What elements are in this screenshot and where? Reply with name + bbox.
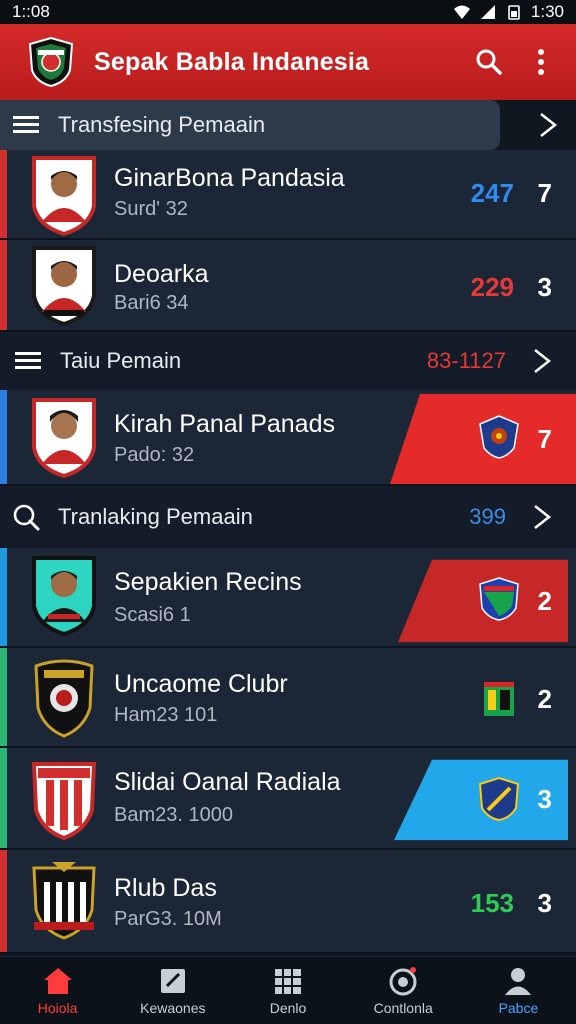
nav-label: Denlo: [269, 999, 307, 1016]
chevron-right-icon[interactable]: [520, 341, 564, 381]
club-name: Rlub Das: [114, 874, 217, 902]
club-crest: [31, 762, 97, 840]
more-options-button[interactable]: [522, 43, 560, 81]
section-label: Taiu Pemain: [60, 348, 182, 373]
club-rank: 2: [537, 684, 552, 714]
player-avatar: [32, 246, 96, 326]
player-avatar: [32, 398, 96, 478]
player-detail: Scasi6 1: [114, 604, 191, 626]
player-name: Sepakien Recins: [114, 568, 302, 596]
player-detail: Surd' 32: [114, 198, 188, 220]
section-count: 399: [469, 504, 506, 529]
list-item[interactable]: Uncaome Clubr Ham23 101 2: [0, 648, 576, 748]
list-item[interactable]: GinarBona Pandasia Surd' 32 247 7: [0, 150, 576, 240]
status-clock: 1:30: [530, 2, 564, 21]
list-item[interactable]: Slidai Oanal Radiala Bam23. 1000 3: [0, 748, 576, 850]
nav-label: Kewaones: [140, 999, 206, 1016]
list-item[interactable]: Kirah Panal Panads Pado: 32 7: [0, 390, 576, 486]
player-name: GinarBona Pandasia: [114, 164, 345, 192]
battery-icon: [508, 5, 520, 20]
user-icon: [505, 967, 532, 995]
row-accent: [0, 748, 7, 848]
search-icon: [476, 49, 502, 75]
row-accent: [0, 850, 7, 952]
nav-profile[interactable]: Pabce: [461, 957, 576, 1024]
signal-icon: [480, 5, 495, 19]
nav-label: Pabce: [498, 999, 539, 1016]
player-score: 247: [470, 178, 514, 208]
club-crest: [32, 862, 96, 940]
player-detail: Pado: 32: [114, 444, 195, 466]
list-item[interactable]: Rlub Das ParG3. 10M 153 3: [0, 850, 576, 954]
club-score: 153: [470, 888, 514, 918]
app-title: Sepak Babla Indanesia: [94, 47, 370, 76]
player-name: Deoarka: [114, 260, 209, 288]
target-icon: [389, 966, 417, 995]
wifi-icon: [453, 5, 470, 19]
club-detail: Ham23 101: [114, 704, 218, 726]
club-crest: [34, 659, 94, 738]
section-header-transfers[interactable]: Transfesing Pemaain: [0, 100, 576, 150]
chevron-right-icon[interactable]: [520, 497, 564, 537]
section-header-players[interactable]: Taiu Pemain 83-1127: [0, 332, 576, 390]
bottom-navigation: Hoiola Kewaones Denlo Contlonla Pabce: [0, 956, 576, 1024]
row-accent: [0, 240, 7, 330]
section-label: Tranlaking Pemaain: [58, 504, 253, 529]
club-rank: 3: [537, 888, 552, 918]
home-icon: [43, 967, 72, 994]
player-rank: 7: [537, 178, 552, 208]
section-label: Transfesing Pemaain: [58, 112, 266, 137]
row-accent: [0, 648, 7, 746]
section-count: 83-1127: [426, 348, 506, 373]
status-bar: 1::08 1:30: [0, 0, 576, 24]
search-button[interactable]: [470, 43, 508, 81]
chevron-right-icon[interactable]: [526, 105, 570, 145]
nav-label: Hoiola: [37, 999, 78, 1016]
nav-grid[interactable]: Denlo: [230, 957, 345, 1024]
status-time: 1::08: [12, 2, 50, 21]
status-icons: 1:30: [453, 2, 564, 22]
more-vert-icon: [538, 49, 544, 75]
nav-news[interactable]: Kewaones: [115, 957, 230, 1024]
row-accent: [0, 150, 7, 238]
grid-icon: [275, 968, 301, 994]
player-avatar: [32, 156, 96, 236]
player-avatar: [32, 556, 96, 636]
club-name: Uncaome Clubr: [114, 670, 288, 698]
player-detail: Bari6 34: [114, 292, 189, 314]
club-name: Slidai Oanal Radiala: [114, 768, 341, 796]
player-rank: 7: [537, 424, 552, 454]
app-bar: Sepak Babla Indanesia: [0, 24, 576, 100]
team-crest-icon: [479, 577, 519, 621]
federation-logo: [28, 36, 74, 88]
club-detail: Bam23. 1000: [114, 804, 233, 826]
nav-home[interactable]: Hoiola: [0, 957, 115, 1024]
player-rank: 3: [537, 272, 552, 302]
club-rank: 3: [537, 784, 552, 814]
team-crest-icon: [478, 776, 520, 822]
list-item[interactable]: Deoarka Bari6 34 229 3: [0, 240, 576, 332]
nav-label: Contlonla: [373, 999, 433, 1016]
team-crest-icon: [484, 682, 514, 716]
row-accent: [0, 548, 7, 646]
list-item[interactable]: Sepakien Recins Scasi6 1 2: [0, 548, 576, 648]
list-icon: [14, 350, 42, 372]
list-icon: [12, 114, 40, 136]
news-icon: [160, 968, 185, 993]
club-detail: ParG3. 10M: [114, 908, 222, 930]
team-crest-icon: [479, 415, 519, 459]
section-header-tracking[interactable]: Tranlaking Pemaain 399: [0, 486, 576, 548]
row-accent: [0, 390, 7, 484]
player-name: Kirah Panal Panads: [114, 410, 335, 438]
search-icon: [12, 503, 40, 531]
player-score: 229: [470, 272, 514, 302]
nav-target[interactable]: Contlonla: [346, 957, 461, 1024]
player-rank: 2: [537, 586, 552, 616]
